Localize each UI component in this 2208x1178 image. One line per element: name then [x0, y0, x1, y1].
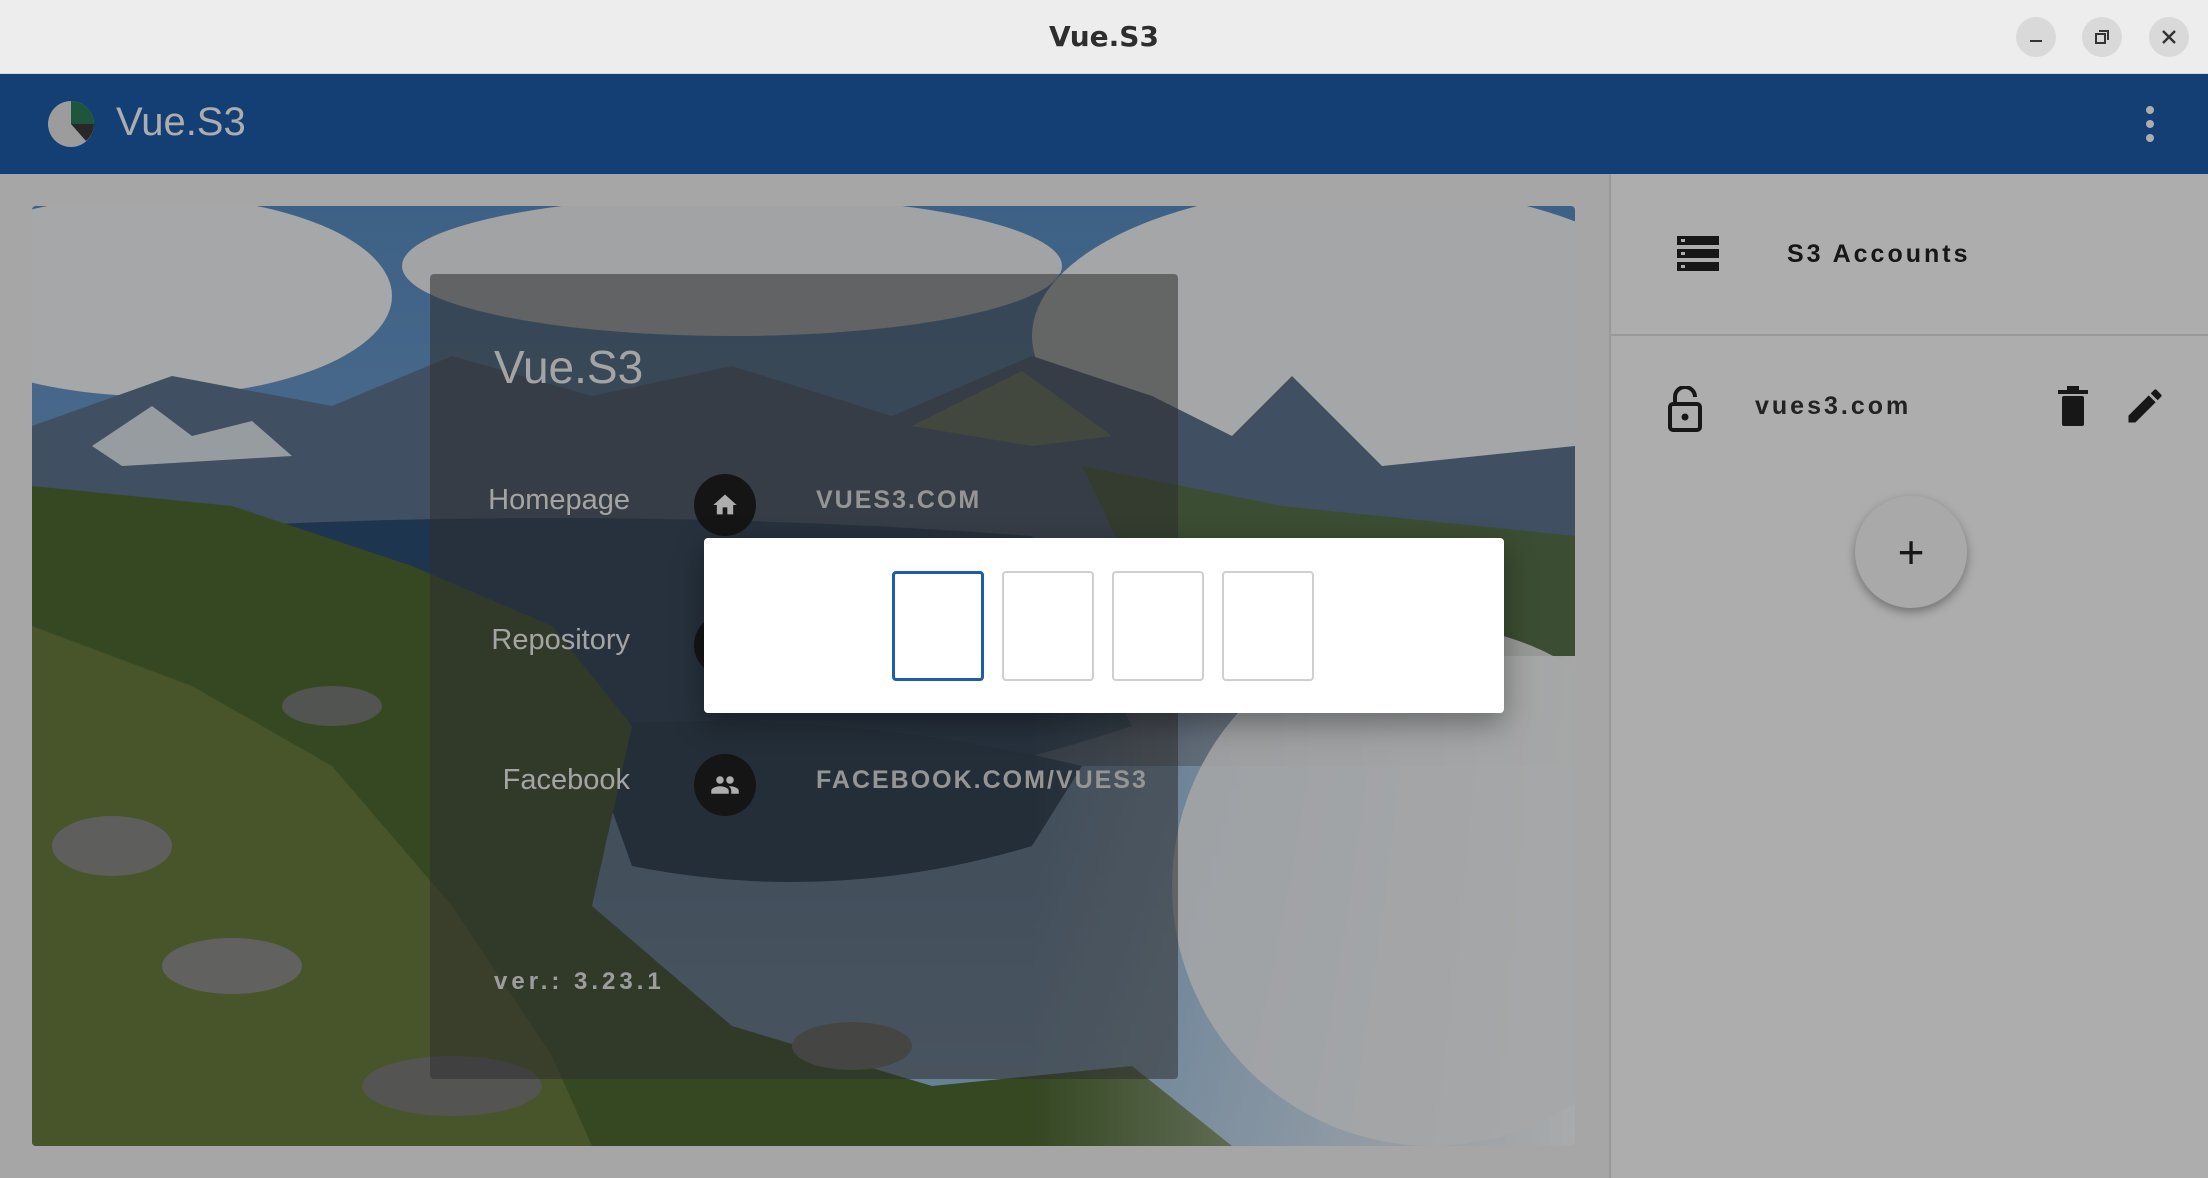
restore-button[interactable]: [2082, 17, 2122, 57]
pin-digit-2[interactable]: [1002, 571, 1094, 681]
pin-dialog: [704, 538, 1504, 713]
close-button[interactable]: [2149, 17, 2189, 57]
minimize-icon: [2030, 40, 2042, 42]
pin-digit-4[interactable]: [1222, 571, 1314, 681]
pin-digit-1[interactable]: [892, 571, 984, 681]
restore-icon: [2095, 30, 2109, 44]
close-icon: [2162, 30, 2176, 44]
minimize-button[interactable]: [2016, 17, 2056, 57]
window-title: Vue.S3: [1049, 20, 1159, 53]
window-titlebar: Vue.S3: [0, 0, 2208, 74]
pin-digit-3[interactable]: [1112, 571, 1204, 681]
